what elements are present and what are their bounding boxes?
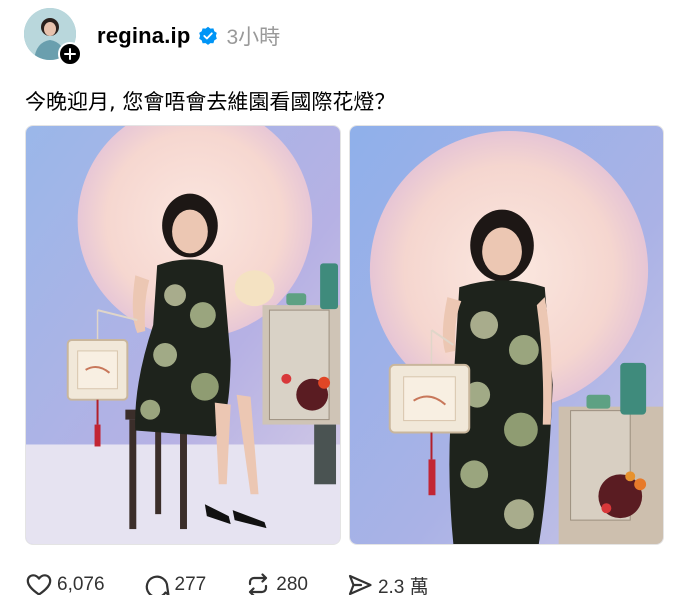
- reply-button[interactable]: 277: [143, 571, 207, 595]
- post-caption: 今晚迎月, 您會唔會去維園看國際花燈？: [25, 90, 396, 114]
- verified-badge-icon: [198, 26, 217, 45]
- post-action-bar: 6,076 277 280 2.3 萬: [25, 572, 467, 595]
- like-button[interactable]: 6,076: [25, 571, 105, 595]
- post-header: regina.ip 3小時: [97, 22, 280, 50]
- like-count: 6,076: [57, 574, 105, 595]
- send-icon: [348, 574, 372, 595]
- post-timestamp[interactable]: 3小時: [227, 21, 281, 51]
- post-photo-1[interactable]: [25, 125, 341, 545]
- repost-button[interactable]: 280: [244, 571, 308, 595]
- follow-plus-icon[interactable]: [58, 42, 82, 66]
- repost-count: 280: [276, 574, 308, 595]
- comment-bubble-icon: [145, 575, 170, 595]
- heart-icon: [26, 574, 52, 595]
- share-button[interactable]: 2.3 萬: [346, 571, 429, 595]
- post-photo-2[interactable]: [349, 125, 664, 545]
- share-count: 2.3 萬: [377, 576, 429, 595]
- repost-icon: [249, 573, 268, 595]
- reply-count: 277: [174, 574, 207, 595]
- avatar-container[interactable]: [24, 8, 82, 66]
- username[interactable]: regina.ip: [97, 23, 191, 49]
